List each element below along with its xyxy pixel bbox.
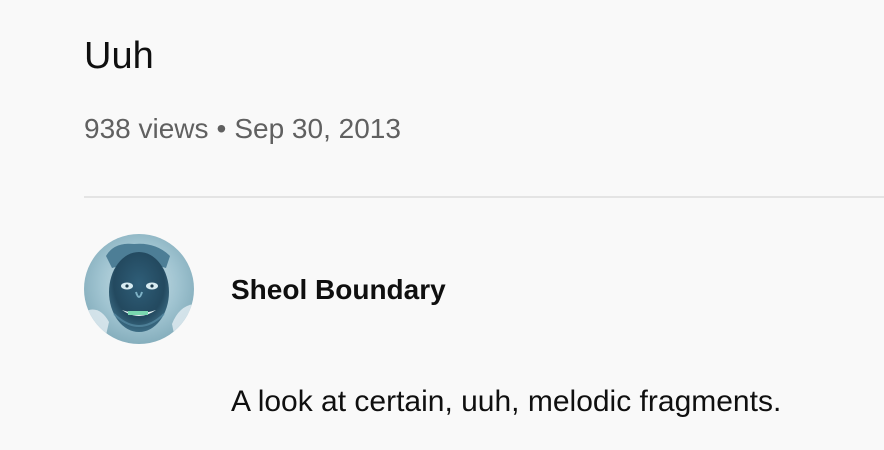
video-title: Uuh (84, 35, 154, 77)
video-info-page: Uuh 938 views • Sep 30, 2013 Sheol Bound… (0, 0, 884, 450)
avatar-face-icon (84, 234, 194, 344)
channel-avatar[interactable] (84, 234, 194, 344)
channel-name[interactable]: Sheol Boundary (231, 272, 446, 308)
view-count: 938 views (84, 113, 209, 144)
video-metadata: 938 views • Sep 30, 2013 (84, 111, 401, 147)
meta-separator: • (216, 113, 227, 144)
video-description: A look at certain, uuh, melodic fragment… (231, 385, 782, 418)
section-divider (84, 196, 884, 198)
upload-date: Sep 30, 2013 (234, 113, 401, 144)
